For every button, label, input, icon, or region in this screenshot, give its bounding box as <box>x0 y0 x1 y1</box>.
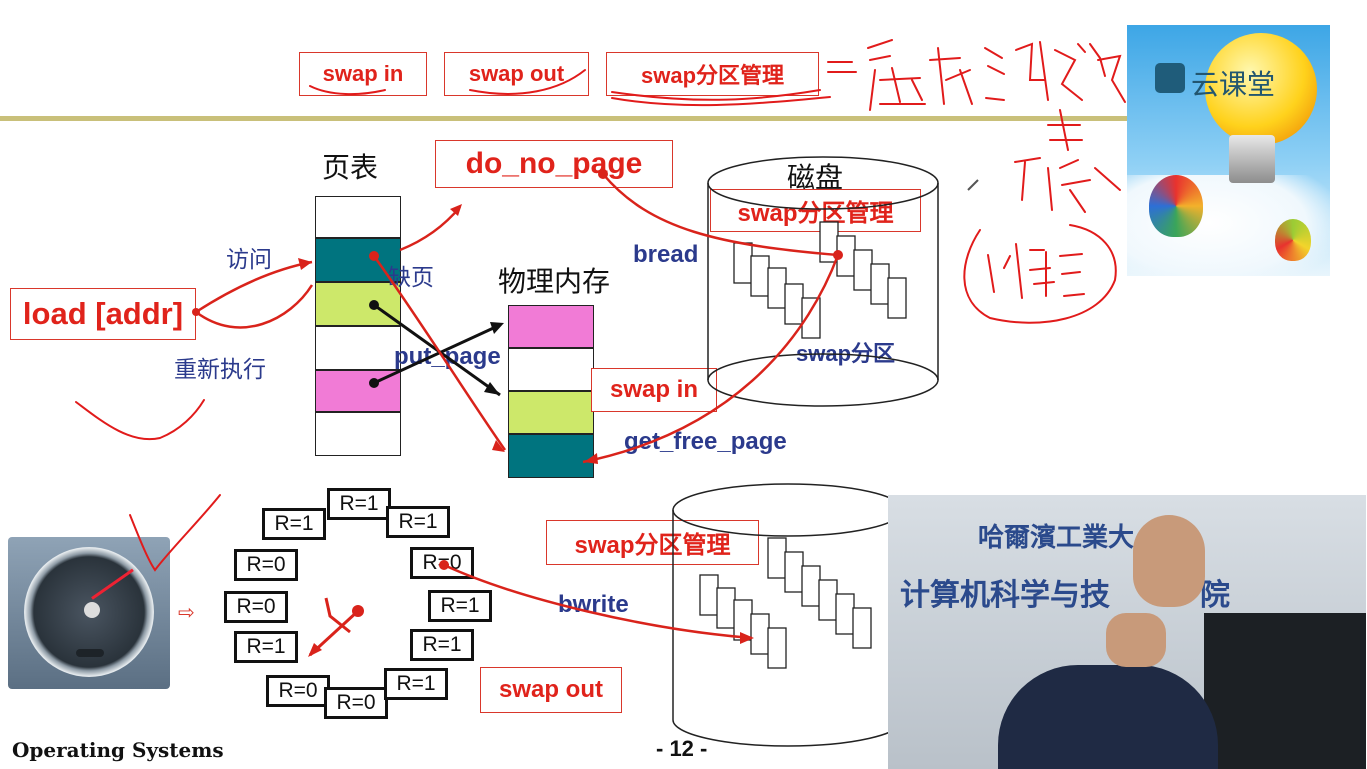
instructor-video: 哈爾濱工業大 计算机科学与技 院 <box>888 495 1366 769</box>
cloud-class-logo-icon <box>1155 63 1185 93</box>
brand-name: 云课堂 <box>1191 68 1276 101</box>
brand-banner: 云课堂 <box>1127 25 1330 276</box>
wall-text: 计算机科学与技 <box>900 578 1110 613</box>
disk-blocks-top <box>733 221 907 339</box>
wall-text: 哈爾濱工業大 <box>978 523 1135 553</box>
monitor <box>1204 613 1366 769</box>
instructor-head <box>1133 515 1205 607</box>
instructor-hand <box>1106 613 1166 667</box>
disk-blocks-bottom <box>699 537 872 669</box>
balloon-icon <box>1149 175 1203 237</box>
balloon-icon <box>1275 219 1311 261</box>
instructor-body <box>998 665 1218 769</box>
